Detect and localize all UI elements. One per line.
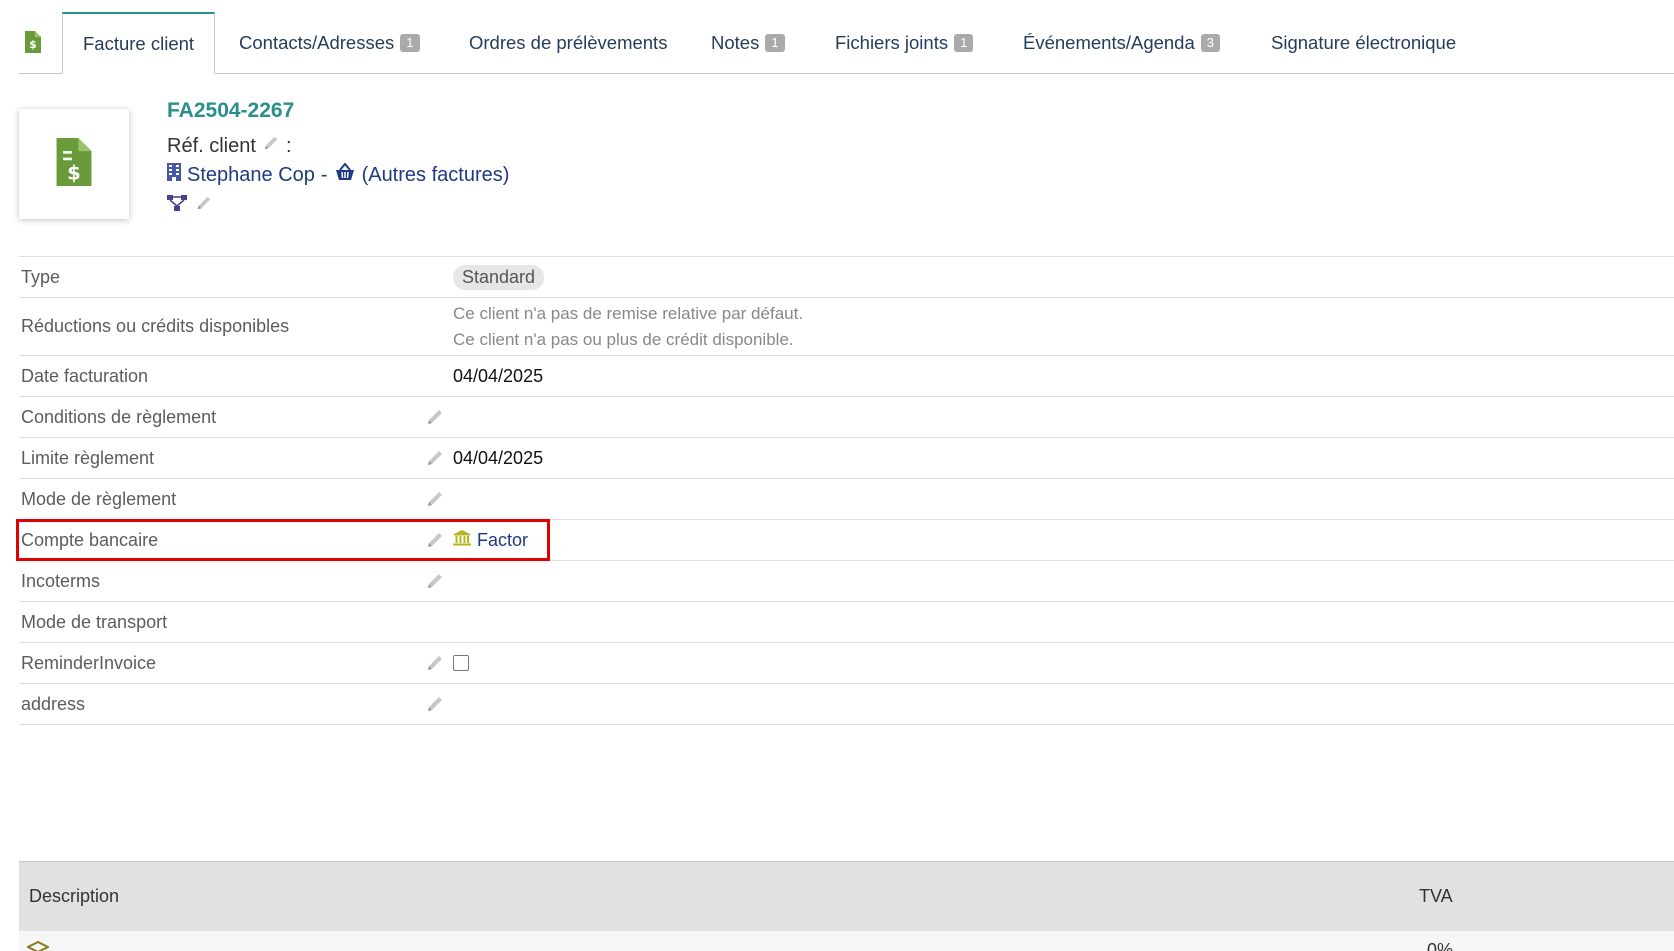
field-label: Conditions de règlement	[21, 406, 217, 427]
other-invoices-link[interactable]: (Autres factures)	[362, 164, 510, 187]
thirdparty-line: Stephane Cop - (Autres factures)	[167, 162, 510, 187]
tva-value: 0%	[1427, 940, 1454, 951]
product-icon	[25, 940, 51, 951]
pencil-icon[interactable]	[425, 694, 445, 714]
field-value	[453, 655, 469, 671]
tab-notes[interactable]: Notes 1	[711, 12, 785, 73]
field-value: 04/04/2025	[453, 365, 544, 386]
field-row-payment-mode: Mode de règlement	[19, 479, 1674, 520]
discount-info: Ce client n'a pas de remise relative par…	[453, 303, 804, 323]
field-label: Compte bancaire	[21, 529, 159, 550]
pencil-icon[interactable]	[425, 530, 445, 550]
invoice-ref: FA2504-2267	[167, 99, 295, 122]
tab-contacts-adresses[interactable]: Contacts/Adresses 1	[239, 12, 420, 73]
field-value: Factor	[453, 529, 528, 551]
count-badge: 1	[765, 33, 785, 52]
pencil-icon[interactable]	[195, 194, 213, 217]
project-icon	[167, 194, 189, 217]
pencil-icon[interactable]	[425, 653, 445, 673]
invoice-fields-table: Type Standard Réductions ou crédits disp…	[19, 256, 1674, 725]
field-label: Réductions ou crédits disponibles	[21, 316, 290, 336]
basket-icon[interactable]	[334, 162, 356, 187]
count-badge: 3	[1200, 33, 1220, 52]
column-header-tva: TVA	[1419, 886, 1453, 906]
field-label: Limite règlement	[21, 447, 155, 468]
tab-label: Contacts/Adresses	[239, 31, 395, 53]
tab-bar: $ Facture client Contacts/Adresses 1 Ord…	[19, 12, 1674, 74]
svg-text:$: $	[67, 161, 81, 184]
tab-evenements-agenda[interactable]: Événements/Agenda 3	[1023, 12, 1220, 73]
invoice-icon: $	[55, 137, 93, 191]
field-row-address: address	[19, 684, 1674, 725]
ref-client-label: Réf. client	[167, 134, 256, 157]
invoice-icon: $	[19, 30, 47, 58]
column-header-description: Description	[29, 886, 120, 906]
tab-label: Notes	[711, 31, 760, 53]
field-value: Standard	[453, 264, 545, 290]
field-label: Mode de règlement	[21, 488, 177, 509]
bank-icon	[453, 529, 471, 551]
tab-signature-electronique[interactable]: Signature électronique	[1271, 12, 1456, 73]
field-row-bank-account: Compte bancaire Factor	[19, 520, 1674, 561]
field-row-incoterms: Incoterms	[19, 561, 1674, 602]
field-label: Mode de transport	[21, 611, 168, 632]
field-label: Incoterms	[21, 570, 101, 591]
svg-text:$: $	[29, 38, 37, 51]
lines-table-header: Description TVA	[19, 861, 1674, 932]
field-label: address	[21, 693, 86, 714]
field-value: Ce client n'a pas de remise relative par…	[453, 301, 803, 353]
type-badge: Standard	[453, 264, 545, 290]
bank-account-link[interactable]: Factor	[477, 530, 528, 551]
pencil-icon[interactable]	[425, 571, 445, 591]
table-row: 0%	[19, 931, 1674, 951]
field-label: Type	[21, 266, 61, 287]
invoice-logo: $	[19, 109, 129, 219]
pencil-icon[interactable]	[425, 407, 445, 427]
thirdparty-separator: -	[320, 163, 328, 186]
field-row-due-date: Limite règlement 04/04/2025	[19, 438, 1674, 479]
count-badge: 1	[954, 33, 974, 52]
field-value: 04/04/2025	[453, 447, 544, 468]
pencil-icon[interactable]	[425, 448, 445, 468]
ref-client-separator: :	[285, 134, 292, 157]
tab-label: Fichiers joints	[835, 31, 949, 53]
field-label: Date facturation	[21, 365, 149, 386]
reminder-checkbox[interactable]	[453, 655, 469, 671]
ref-client-line: Réf. client :	[167, 134, 292, 158]
field-row-date: Date facturation 04/04/2025	[19, 356, 1674, 397]
field-row-discounts: Réductions ou crédits disponibles Ce cli…	[19, 298, 1674, 356]
tab-label: Ordres de prélèvements	[469, 31, 668, 53]
pencil-icon[interactable]	[262, 134, 280, 158]
building-icon	[167, 163, 181, 187]
tab-label: Événements/Agenda	[1023, 31, 1195, 53]
credit-info: Ce client n'a pas ou plus de crédit disp…	[453, 329, 794, 349]
tab-label: Facture client	[83, 32, 195, 54]
tab-label: Signature électronique	[1271, 31, 1457, 53]
field-row-payment-terms: Conditions de règlement	[19, 397, 1674, 438]
field-label: ReminderInvoice	[21, 652, 157, 673]
project-line	[167, 194, 213, 217]
tab-fichiers-joints[interactable]: Fichiers joints 1	[835, 12, 974, 73]
field-row-reminder: ReminderInvoice	[19, 643, 1674, 684]
pencil-icon[interactable]	[425, 489, 445, 509]
tab-facture-client[interactable]: Facture client	[62, 12, 216, 74]
tab-ordres-prelevements[interactable]: Ordres de prélèvements	[469, 12, 667, 73]
count-badge: 1	[400, 33, 420, 52]
thirdparty-link[interactable]: Stephane Cop	[187, 164, 315, 187]
field-row-transport: Mode de transport	[19, 602, 1674, 643]
field-row-type: Type Standard	[19, 257, 1674, 298]
